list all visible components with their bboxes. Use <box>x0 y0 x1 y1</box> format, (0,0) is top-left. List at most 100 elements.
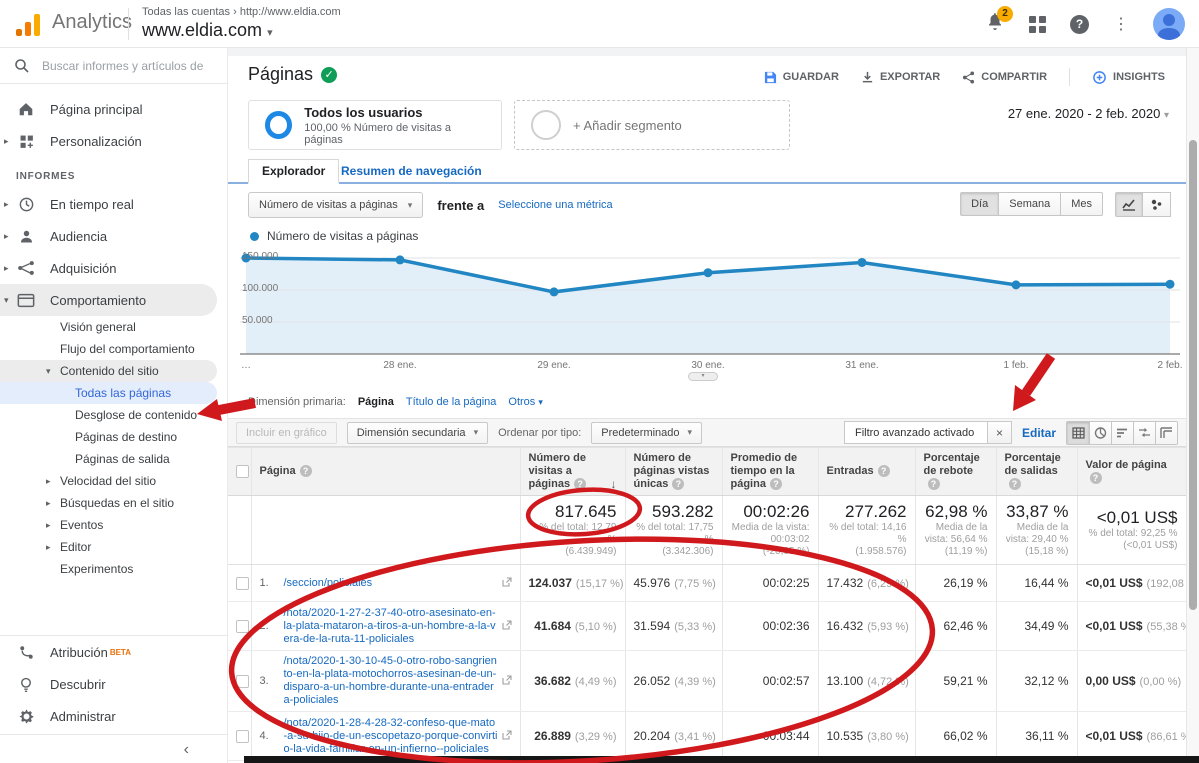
sidebar-item-pagina-principal[interactable]: Página principal <box>0 93 227 125</box>
header-checkbox-cell <box>228 448 251 496</box>
sidebar-item-todas-las-paginas[interactable]: Todas las páginas <box>0 382 217 404</box>
sidebar-item-paginas-de-destino[interactable]: Páginas de destino <box>0 426 227 448</box>
share-button[interactable]: COMPARTIR <box>962 71 1047 84</box>
sidebar-item-vision-general[interactable]: Visión general <box>0 316 227 338</box>
help-icon[interactable]: ? <box>878 465 890 477</box>
page-link[interactable]: /nota/2020-1-28-4-28-32-confeso-que-mato… <box>284 717 498 756</box>
chart-scroll-handle[interactable]: ▾ <box>688 372 718 381</box>
help-icon[interactable]: ? <box>300 465 312 477</box>
search-input[interactable] <box>42 59 212 73</box>
dimension-pagina[interactable]: Página <box>358 396 394 408</box>
apps-grid-icon[interactable] <box>1029 16 1046 33</box>
select-metric-link[interactable]: Seleccione una métrica <box>498 199 612 211</box>
notifications-button[interactable]: 2 <box>985 12 1005 37</box>
sort-desc-icon[interactable]: ↓ <box>611 478 617 491</box>
segment-all-users[interactable]: Todos los usuarios 100,00 % Número de vi… <box>248 100 502 150</box>
comparison-view-icon <box>1138 427 1151 439</box>
sidebar-item-eventos[interactable]: ▸Eventos <box>0 514 227 536</box>
help-icon[interactable]: ? <box>574 478 586 490</box>
help-icon[interactable]: ? <box>1090 472 1102 484</box>
pivot-view-button[interactable] <box>1155 422 1177 444</box>
granularity-dia[interactable]: Día <box>960 192 999 216</box>
cell-visits: 124.037(15,17 %) <box>520 565 625 602</box>
sidebar-item-adquisicion[interactable]: ▸Adquisición <box>0 252 227 284</box>
sidebar-item-comportamiento[interactable]: ▾Comportamiento <box>0 284 217 316</box>
row-checkbox[interactable] <box>236 620 249 633</box>
sidebar-item-descubrir[interactable]: Descubrir <box>0 668 227 700</box>
overflow-menu-icon[interactable]: ⋮ <box>1113 14 1129 34</box>
x-axis-tick: 31 ene. <box>830 360 894 371</box>
line-chart-view-button[interactable] <box>1115 192 1143 217</box>
filter-edit-link[interactable]: Editar <box>1022 426 1056 440</box>
cell-page-value: 0,00 US$(0,00 %) <box>1077 651 1186 712</box>
sidebar-item-velocidad-del-sitio[interactable]: ▸Velocidad del sitio <box>0 470 227 492</box>
performance-view-icon <box>1116 427 1129 439</box>
insights-button[interactable]: INSIGHTS <box>1092 70 1165 85</box>
external-link-icon[interactable] <box>502 617 512 635</box>
sidebar-item-label: Experimentos <box>60 562 133 577</box>
divider <box>1069 68 1070 86</box>
help-icon[interactable]: ? <box>1009 478 1021 490</box>
filter-close-button[interactable]: × <box>987 422 1011 443</box>
total-unique: 593.282% del total: 17,75 %(3.342.306) <box>625 496 722 565</box>
scrollbar-thumb[interactable] <box>1189 140 1197 610</box>
sidebar-item-busquedas-en-el-sitio[interactable]: ▸Búsquedas en el sitio <box>0 492 227 514</box>
row-rank: 4. <box>260 730 280 742</box>
total-sub: % del total: 12,79 % <box>529 522 617 546</box>
dimension-otros[interactable]: Otros ▾ <box>508 396 543 408</box>
help-icon[interactable]: ? <box>770 478 782 490</box>
percentage-view-button[interactable] <box>1089 422 1111 444</box>
dimension-titulo-pagina[interactable]: Título de la página <box>406 396 497 408</box>
granularity-semana[interactable]: Semana <box>999 192 1061 216</box>
external-link-icon[interactable] <box>502 672 512 690</box>
plot-rows-button[interactable]: Incluir en gráfico <box>236 422 337 444</box>
external-link-icon[interactable] <box>502 574 512 592</box>
select-all-checkbox[interactable] <box>236 465 249 478</box>
total-sub: (<0,01 US$) <box>1086 540 1178 552</box>
total-time: 00:02:26Media de la vista: 00:03:02(-20,… <box>722 496 818 565</box>
sidebar-item-contenido-del-sitio[interactable]: ▾Contenido del sitio <box>0 360 217 382</box>
granularity-mes[interactable]: Mes <box>1061 192 1103 216</box>
chevron-right-icon: ▸ <box>46 496 51 511</box>
analytics-logo-icon[interactable] <box>16 10 40 36</box>
date-range-selector[interactable]: 27 ene. 2020 - 2 feb. 2020 ▾ <box>1008 106 1169 121</box>
sidebar-collapse-button[interactable]: ‹ <box>0 734 227 763</box>
avatar[interactable] <box>1153 8 1185 40</box>
sidebar-item-atribucion[interactable]: AtribuciónBETA <box>0 636 227 668</box>
sidebar-item-experimentos[interactable]: Experimentos <box>0 558 227 580</box>
table-view-button[interactable] <box>1067 422 1089 444</box>
page-link[interactable]: /nota/2020-1-27-2-37-40-otro-asesinato-e… <box>284 607 498 646</box>
performance-view-button[interactable] <box>1111 422 1133 444</box>
comparison-view-button[interactable] <box>1133 422 1155 444</box>
property-selector[interactable]: www.eldia.com ▾ <box>142 20 273 41</box>
save-button[interactable]: GUARDAR <box>764 71 839 84</box>
external-link-icon[interactable] <box>502 727 512 745</box>
sidebar-item-flujo-del-comportamiento[interactable]: Flujo del comportamiento <box>0 338 227 360</box>
row-checkbox[interactable] <box>236 577 249 590</box>
sidebar-item-paginas-de-salida[interactable]: Páginas de salida <box>0 448 227 470</box>
secondary-dimension-dropdown[interactable]: Dimensión secundaria▾ <box>347 422 488 444</box>
sidebar-item-audiencia[interactable]: ▸Audiencia <box>0 220 227 252</box>
row-checkbox[interactable] <box>236 675 249 688</box>
row-checkbox-cell <box>228 602 251 651</box>
page-link[interactable]: /nota/2020-1-30-10-45-0-otro-robo-sangri… <box>284 655 498 707</box>
sidebar-item-en-tiempo-real[interactable]: ▸En tiempo real <box>0 188 227 220</box>
sidebar-item-desglose-de-contenido[interactable]: Desglose de contenido <box>0 404 227 426</box>
help-icon[interactable]: ? <box>1070 15 1089 34</box>
motion-chart-view-button[interactable] <box>1143 192 1171 217</box>
tab-explorador[interactable]: Explorador <box>248 159 339 184</box>
sidebar-item-personalizacion[interactable]: ▸Personalización <box>0 125 227 157</box>
sidebar-item-administrar[interactable]: Administrar <box>0 700 227 732</box>
cell-entrances: 10.535(3,80 %) <box>818 712 915 761</box>
metric-dropdown[interactable]: Número de visitas a páginas▾ <box>248 192 423 218</box>
tab-resumen-navegacion[interactable]: Resumen de navegación <box>341 164 482 178</box>
help-icon[interactable]: ? <box>928 478 940 490</box>
add-segment-button[interactable]: + Añadir segmento <box>514 100 790 150</box>
row-checkbox[interactable] <box>236 730 249 743</box>
export-button[interactable]: EXPORTAR <box>861 71 940 84</box>
help-icon[interactable]: ? <box>672 478 684 490</box>
customization-icon <box>16 133 36 150</box>
page-link[interactable]: /seccion/policiales <box>284 577 498 590</box>
sort-type-dropdown[interactable]: Predeterminado▾ <box>591 422 702 444</box>
sidebar-item-editor[interactable]: ▸Editor <box>0 536 227 558</box>
